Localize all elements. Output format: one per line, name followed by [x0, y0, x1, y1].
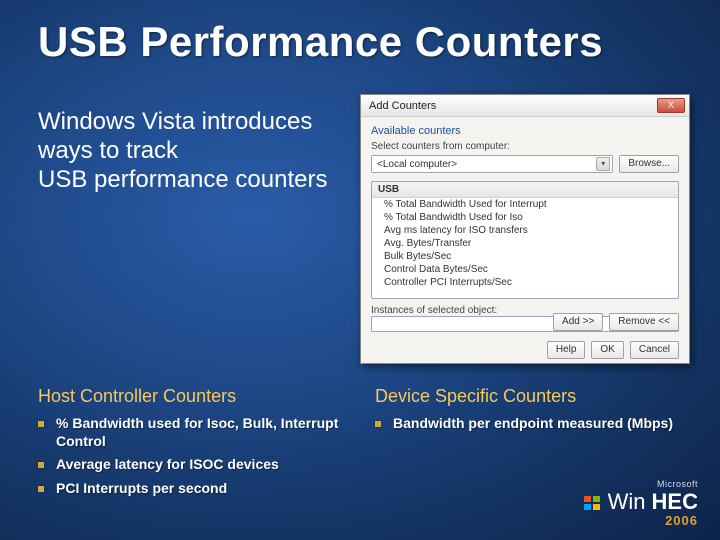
brand-win: Win	[608, 489, 646, 515]
browse-button[interactable]: Browse...	[619, 155, 679, 173]
list-item[interactable]: Control Data Bytes/Sec	[372, 263, 678, 276]
computer-combo[interactable]: <Local computer> ▾	[371, 155, 613, 173]
list-item[interactable]: Controller PCI Interrupts/Sec	[372, 276, 678, 289]
brand-hec: HEC	[652, 489, 698, 515]
list-item[interactable]: % Total Bandwidth Used for Interrupt	[372, 198, 678, 211]
host-counters-list: % Bandwidth used for Isoc, Bulk, Interru…	[38, 415, 345, 497]
ok-button[interactable]: OK	[591, 341, 623, 359]
counter-category: USB	[372, 182, 678, 198]
brand-microsoft: Microsoft	[584, 479, 698, 489]
brand-year: 2006	[584, 513, 698, 528]
list-item: Average latency for ISOC devices	[38, 456, 345, 474]
computer-combo-value: <Local computer>	[377, 159, 457, 170]
dialog-title: Add Counters	[369, 100, 436, 112]
windows-flag-icon	[584, 496, 600, 510]
add-counters-dialog: Add Counters X Available counters Select…	[360, 94, 690, 364]
brand-block: Microsoft WinHEC 2006	[584, 479, 698, 528]
chevron-down-icon: ▾	[596, 157, 610, 171]
close-button[interactable]: X	[657, 98, 685, 113]
list-item: % Bandwidth used for Isoc, Bulk, Interru…	[38, 415, 345, 450]
slide-title: USB Performance Counters	[0, 0, 720, 66]
device-counters-heading: Device Specific Counters	[375, 386, 682, 407]
add-button[interactable]: Add >>	[553, 313, 603, 331]
counters-listbox[interactable]: USB % Total Bandwidth Used for Interrupt…	[371, 181, 679, 299]
available-counters-label: Available counters	[371, 125, 679, 137]
remove-button[interactable]: Remove <<	[609, 313, 679, 331]
dialog-titlebar: Add Counters X	[361, 95, 689, 117]
list-item[interactable]: Bulk Bytes/Sec	[372, 250, 678, 263]
list-item: PCI Interrupts per second	[38, 480, 345, 498]
cancel-button[interactable]: Cancel	[630, 341, 679, 359]
device-counters-list: Bandwidth per endpoint measured (Mbps)	[375, 415, 682, 433]
list-item[interactable]: Avg ms latency for ISO transfers	[372, 224, 678, 237]
host-controller-column: Host Controller Counters % Bandwidth use…	[38, 386, 345, 503]
list-item[interactable]: Avg. Bytes/Transfer	[372, 237, 678, 250]
select-computer-label: Select counters from computer:	[371, 141, 679, 152]
intro-text: Windows Vista introduces ways to track U…	[38, 108, 338, 194]
list-item[interactable]: % Total Bandwidth Used for Iso	[372, 211, 678, 224]
list-item: Bandwidth per endpoint measured (Mbps)	[375, 415, 682, 433]
help-button[interactable]: Help	[547, 341, 586, 359]
host-counters-heading: Host Controller Counters	[38, 386, 345, 407]
